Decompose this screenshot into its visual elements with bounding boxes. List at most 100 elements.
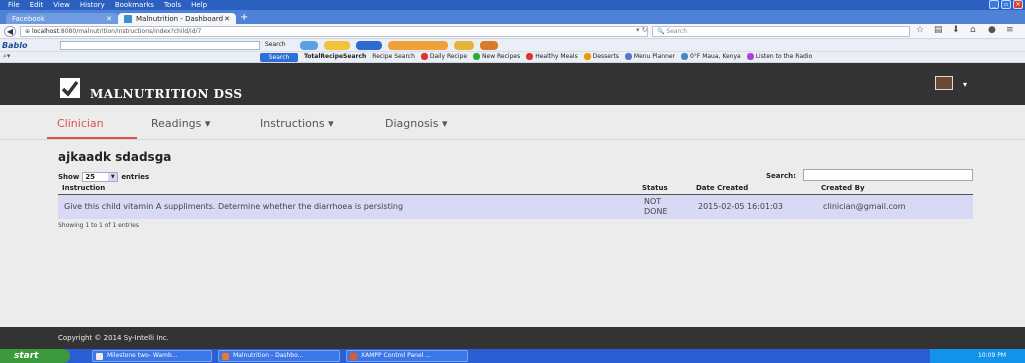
cell-created-by: clinician@gmail.com [817,194,973,219]
home-icon[interactable]: ⌂ [970,26,979,35]
col-status[interactable]: Status [638,182,692,195]
toolbar-link[interactable]: 0°F Maua, Kenya [681,53,741,60]
new-tab-icon[interactable]: + [240,12,248,23]
toolbar-link-label: Desserts [592,53,619,60]
system-tray: 10:09 PM [930,349,1025,363]
page-title: ajkaadk sdadsga [58,150,172,164]
tab-malnutrition-dashboard[interactable]: Malnutrition - Dashboard ✕ [118,13,236,24]
close-window-icon[interactable]: ✕ [1013,0,1023,9]
start-button[interactable]: start [0,349,70,363]
nav-clinician[interactable]: Clinician [57,117,104,130]
hamburger-menu-icon[interactable]: ≡ [1006,26,1015,35]
app-nav: Clinician Readings ▾ Instructions ▾ Diag… [0,105,1025,140]
table-search-input[interactable] [803,169,973,181]
col-created-by[interactable]: Created By [817,182,973,195]
toolbar-link-label: Healthy Meals [535,53,578,60]
chevron-down-icon: ▼ [108,173,118,181]
toolbar-link[interactable]: Daily Recipe [420,53,468,60]
toolbar-link[interactable]: Listen to the Radio [746,53,812,60]
minimize-icon[interactable]: _ [989,0,999,9]
back-arrow-icon[interactable]: ◀ [4,26,16,37]
chevron-down-icon: ▾ [328,117,334,130]
menu-history[interactable]: History [75,1,110,9]
taskbar-item-label: XAMPP Control Panel ... [361,352,431,359]
nav-instructions[interactable]: Instructions ▾ [260,117,334,130]
copyright-text: Copyright © 2014 Sy-Intelli Inc. [58,334,169,342]
taskbar-item[interactable]: Milestone two- Wamb... [92,350,212,362]
clock[interactable]: 10:09 PM [978,352,1006,359]
magnifier-icon[interactable]: ⌕▾ [3,52,25,61]
addon-icon[interactable] [356,41,382,50]
browser-menubar: File Edit View History Bookmarks Tools H… [0,0,1025,10]
cell-status: NOT DONE [638,194,692,219]
table-search-label: Search: [766,172,796,180]
table-header-row: Instruction Status Date Created Created … [58,182,973,195]
toolbar-link-label: Daily Recipe [429,53,468,60]
document-icon [96,353,103,360]
close-tab-icon[interactable]: ✕ [106,15,112,23]
col-date-created[interactable]: Date Created [692,182,817,195]
addon-icon[interactable] [388,41,448,50]
nav-label: Readings [151,117,202,130]
addon-icon[interactable] [480,41,498,50]
firefox-icon [222,353,229,360]
entries-select[interactable]: 25 ▼ [82,172,119,182]
taskbar-item[interactable]: XAMPP Control Panel ... [346,350,468,362]
show-label: Show [58,173,80,181]
addon-icon[interactable] [324,41,350,50]
nav-readings[interactable]: Readings ▾ [151,117,210,130]
instructions-table: Instruction Status Date Created Created … [58,182,973,219]
app-brand[interactable]: MALNUTRITION DSS [90,87,243,101]
entries-value: 25 [85,173,96,181]
addon-icon[interactable] [300,41,318,50]
taskbar-item-label: Malnutrition - Dashbo... [233,352,304,359]
toolbar-addon-icons [300,41,498,50]
star-icon[interactable]: ☆ [916,26,925,35]
clipboard-icon[interactable]: ▤ [934,26,943,35]
reload-icon[interactable]: ▾ ↻ [636,26,648,34]
tab-strip: Facebook ✕ Malnutrition - Dashboard ✕ + [0,10,1025,24]
toolbar-links: TotalRecipeSearch Recipe Search Daily Re… [304,53,812,60]
calendar-icon [624,53,632,60]
avatar[interactable] [935,76,953,90]
toolbar-link-label: Menu Planner [633,53,676,60]
menu-view[interactable]: View [48,1,75,9]
toolbar-link-label: New Recipes [482,53,521,60]
toolbar-brand[interactable]: TotalRecipeSearch [304,53,366,60]
addon-icon[interactable] [454,41,474,50]
download-icon[interactable]: ⬇ [952,26,961,35]
toolbar-link[interactable]: Desserts [583,53,619,60]
os-taskbar: start Milestone two- Wamb... Malnutritio… [0,349,1025,363]
search-icon: 🔍 [657,28,665,35]
browser-search-input[interactable]: 🔍 Search [652,26,910,37]
toolbar-logo[interactable]: Bablo [2,41,27,50]
nav-diagnosis[interactable]: Diagnosis ▾ [385,117,448,130]
close-tab-icon[interactable]: ✕ [224,15,230,23]
toolbar-link[interactable]: Menu Planner [624,53,676,60]
menu-edit[interactable]: Edit [25,1,49,9]
toolbar-link[interactable]: New Recipes [473,53,520,60]
menu-file[interactable]: File [0,1,25,9]
toolbar-search-button[interactable]: Search [265,41,286,48]
app-header: MALNUTRITION DSS ▾ [0,63,1025,105]
toolbar-link[interactable]: Recipe Search [372,53,415,60]
chat-icon[interactable]: ● [988,26,997,35]
toolbar-search-submit[interactable]: Search [260,53,298,62]
radio-icon [746,53,754,60]
menu-tools[interactable]: Tools [159,1,186,9]
menu-bookmarks[interactable]: Bookmarks [110,1,159,9]
favicon-icon [124,14,132,23]
toolbar-link-label: 0°F Maua, Kenya [690,53,741,60]
table-row[interactable]: Give this child vitamin A suppliments. D… [58,194,973,219]
toolbar-link[interactable]: Healthy Meals [526,53,578,60]
restore-icon[interactable]: ▫ [1001,0,1011,9]
menu-help[interactable]: Help [186,1,212,9]
col-instruction[interactable]: Instruction [58,182,638,195]
nav-label: Instructions [260,117,325,130]
navigation-bar: ◀ ⊕ localhost:8080/malnutrition/instruct… [0,24,1025,39]
toolbar-search-input[interactable] [60,41,260,50]
url-bar[interactable]: ⊕ localhost:8080/malnutrition/instructio… [20,26,648,37]
taskbar-item[interactable]: Malnutrition - Dashbo... [218,350,340,362]
tab-facebook[interactable]: Facebook ✕ [6,13,118,24]
caret-down-icon[interactable]: ▾ [963,80,967,89]
